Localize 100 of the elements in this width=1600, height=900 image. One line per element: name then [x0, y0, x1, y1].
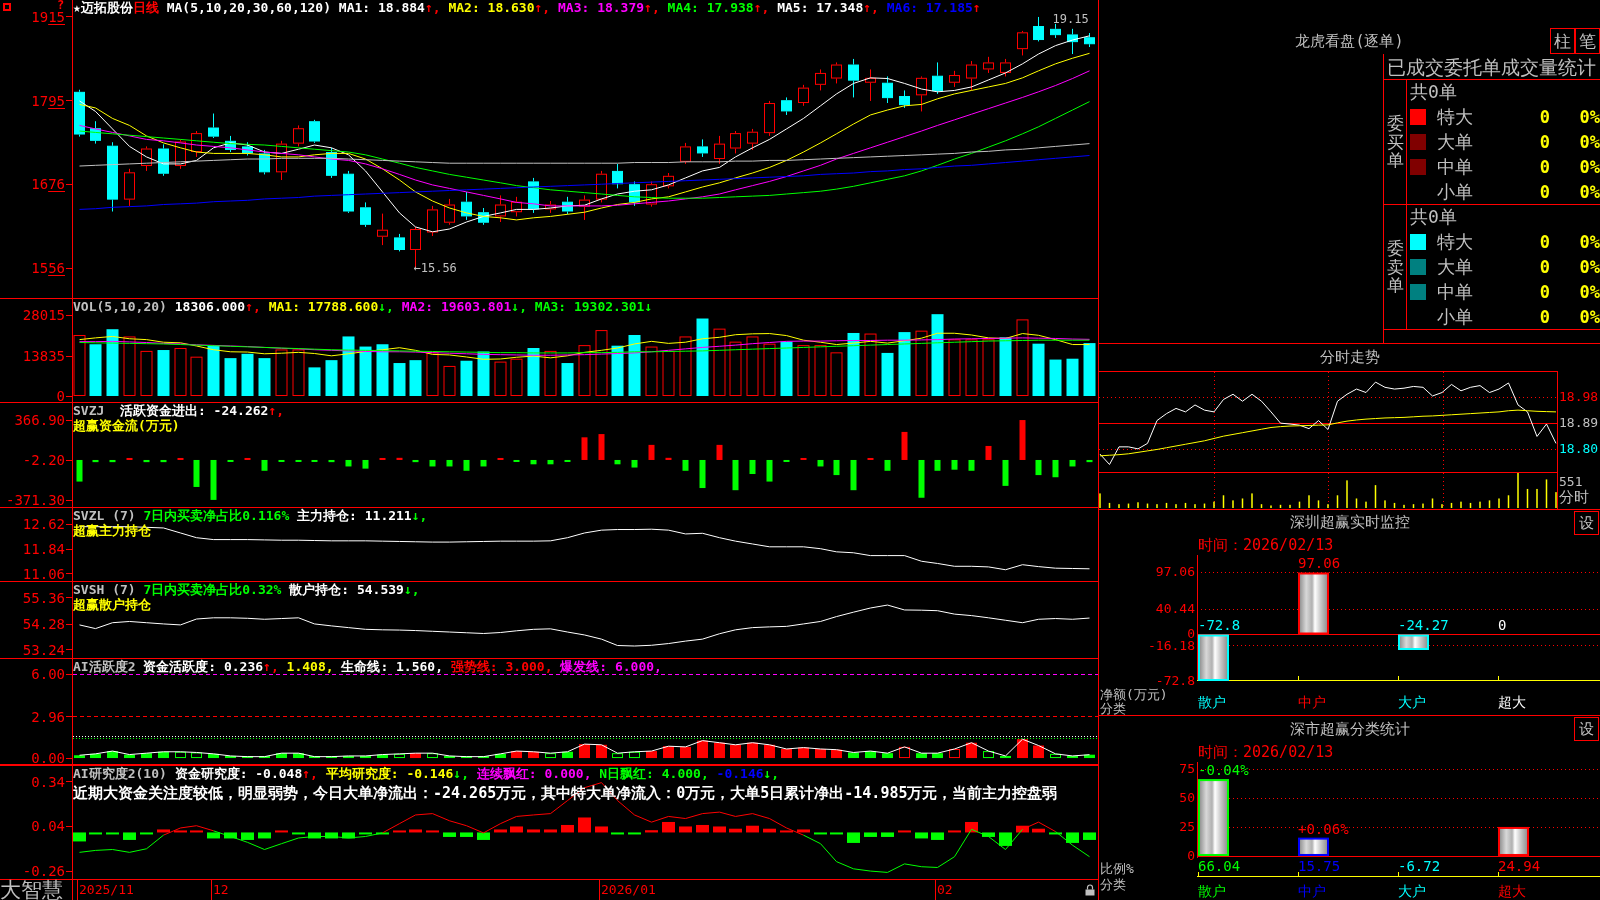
- order-size-label: 中单: [1437, 281, 1473, 302]
- axis-label: 50: [1179, 791, 1195, 804]
- axis-label: -72.8: [1155, 675, 1195, 687]
- value-label: 24.94: [1498, 859, 1541, 873]
- legend-text: AI研究度2(10): [73, 766, 168, 781]
- order-count: 0: [1538, 156, 1550, 177]
- legend-text: ↑,: [302, 766, 318, 781]
- legend-text: ↓,: [403, 582, 420, 597]
- legend-text: ↑,: [424, 0, 441, 15]
- axis-label: 0: [1187, 849, 1195, 862]
- date-label: 2026/01: [601, 882, 656, 898]
- legend-text: 资金研究度: -0.048: [174, 766, 303, 781]
- order-share: 0%: [1578, 281, 1600, 302]
- legend-text: 超赢散户持仓: [73, 597, 151, 612]
- category-label: 散户: [1198, 884, 1226, 898]
- order-count: 0: [1538, 131, 1550, 152]
- axis-label: 11.06: [22, 566, 65, 581]
- value-label: 0: [1498, 618, 1507, 633]
- legend-text: 连续飘红: 0.000,: [475, 766, 592, 781]
- axis-label: 40.44: [1155, 602, 1195, 615]
- axis-label: 0.34: [31, 774, 65, 789]
- order-share: 0%: [1578, 131, 1600, 152]
- legend-text: -0.146: [715, 766, 764, 781]
- legend-text: MA2: 18.630: [447, 0, 535, 15]
- panel-title: 深市超赢分类统计: [1289, 720, 1410, 738]
- axis-label: 18.98: [1559, 390, 1599, 405]
- date-label: 12: [213, 882, 229, 898]
- legend-text: ↑: [972, 0, 981, 15]
- value-label: 66.04: [1198, 859, 1241, 873]
- price-annotation: 19.15: [1052, 11, 1089, 26]
- value-label: 97.06: [1298, 556, 1341, 571]
- order-size-label: 中单: [1437, 156, 1473, 177]
- axis-label: 25: [1179, 820, 1195, 833]
- legend-text: MA2: 19603.801: [400, 299, 512, 314]
- axis-label: 1915: [31, 9, 65, 24]
- category-label: 中户: [1298, 884, 1326, 898]
- brand-name: 大智慧: [0, 880, 63, 900]
- value-label: -72.8: [1198, 618, 1241, 633]
- category-label: 散户: [1198, 695, 1226, 709]
- date-label: 02: [937, 882, 953, 898]
- order-count: 0: [1538, 106, 1550, 127]
- legend-text: 18306.000: [174, 299, 246, 314]
- side-label: 委卖单: [1386, 238, 1404, 296]
- legend-text: ↓: [644, 299, 653, 314]
- axis-label: 75: [1179, 762, 1195, 775]
- axis-title: 分类: [1100, 702, 1126, 715]
- legend-text: SVZL (7): [73, 508, 137, 523]
- legend-text: VOL(5,10,20): [73, 299, 168, 314]
- category-label: 超大: [1498, 695, 1526, 709]
- legend-text: AI活跃度2: [73, 659, 137, 674]
- legend-text: MA3: 19302.301: [533, 299, 645, 314]
- axis-title: 分类: [1100, 878, 1126, 891]
- axis-label: -371.30: [6, 493, 65, 508]
- axis-label: 0.00: [31, 751, 65, 766]
- legend-text: 资金活跃度: 0.236: [143, 659, 264, 674]
- axis-label: 13835: [22, 349, 65, 363]
- axis-label: 1556: [31, 261, 65, 276]
- legend-text: MA1: 17788.600: [267, 299, 379, 314]
- order-size-label: 大单: [1437, 131, 1473, 152]
- axis-label: 6.00: [31, 667, 65, 682]
- axis-label: 28015: [22, 308, 65, 322]
- panel-title: 分时走势: [1319, 349, 1380, 366]
- order-share: 0%: [1578, 181, 1600, 202]
- order-size-label: 特大: [1437, 231, 1473, 252]
- legend-text: ↓,: [511, 299, 527, 314]
- axis-title: 比例%: [1100, 862, 1134, 875]
- legend-text: ↑,: [245, 299, 261, 314]
- order-total: 共0单: [1410, 82, 1457, 102]
- legend-text: 超赢资金流(万元): [73, 418, 180, 433]
- order-count: 0: [1538, 231, 1550, 252]
- legend-text: 平均研究度: -0.146: [324, 766, 454, 781]
- value-label: -24.27: [1398, 618, 1449, 633]
- legend-text: 散户持仓: 54.539: [289, 582, 404, 597]
- legend-text: ↓,: [453, 766, 469, 781]
- category-label: 超大: [1498, 884, 1526, 898]
- side-label: 委买单: [1386, 113, 1404, 171]
- order-count: 0: [1538, 306, 1550, 327]
- order-total: 共0单: [1410, 207, 1457, 227]
- change-label: +0.06%: [1298, 821, 1349, 836]
- axis-label: 0: [56, 389, 65, 403]
- order-size-label: 大单: [1437, 256, 1473, 277]
- legend-text: ↓,: [378, 299, 394, 314]
- axis-label: -16.18: [1148, 640, 1195, 653]
- legend-text: 7日内买卖净占比0.32%: [143, 582, 283, 597]
- order-size-label: 小单: [1437, 306, 1473, 327]
- axis-label: 12.62: [22, 517, 65, 532]
- help-mark: ?: [57, 0, 65, 10]
- axis-label: 97.06: [1155, 566, 1195, 579]
- legend-text: 活跃资金进出: -24.262: [119, 403, 269, 418]
- category-label: 大户: [1398, 695, 1426, 709]
- legend-text: MA4: 17.938: [666, 0, 754, 15]
- date-label: 2025/11: [79, 882, 134, 898]
- legend-text: MA(5,10,20,30,60,120) MA1: 18.884: [165, 0, 425, 15]
- axis-label: 11.84: [22, 542, 65, 556]
- value-label: 15.75: [1298, 859, 1341, 873]
- legend-text: SVZJ: [73, 403, 106, 418]
- order-share: 0%: [1578, 156, 1600, 177]
- legend-text: ↓,: [411, 508, 428, 523]
- axis-label: 1795: [31, 93, 65, 108]
- change-label: -0.04%: [1198, 763, 1249, 778]
